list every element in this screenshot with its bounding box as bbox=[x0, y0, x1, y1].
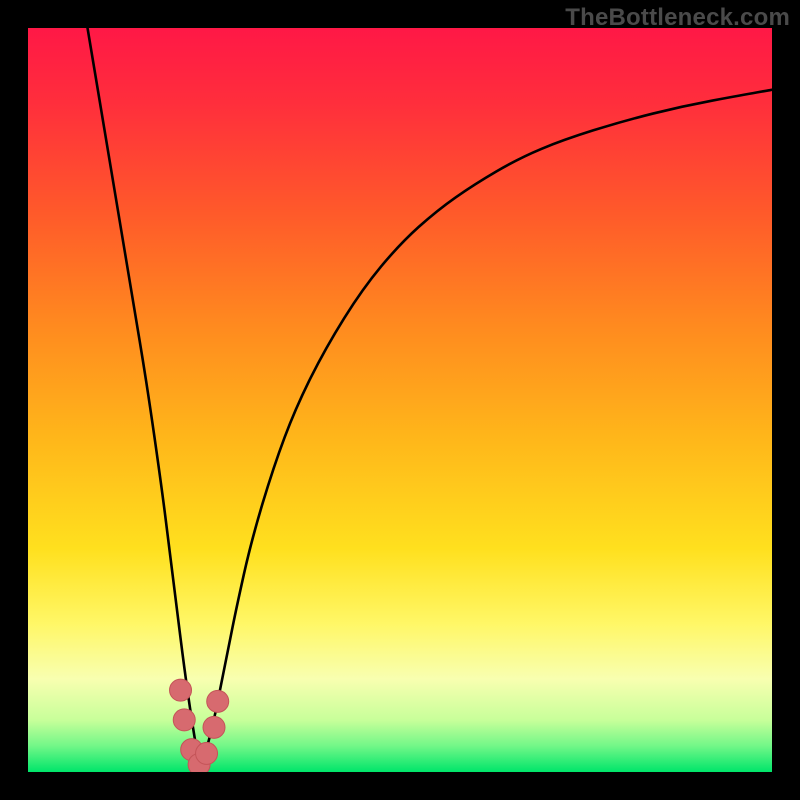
outer-frame: TheBottleneck.com bbox=[0, 0, 800, 800]
marker-dot bbox=[170, 679, 192, 701]
watermark-text: TheBottleneck.com bbox=[565, 4, 790, 32]
marker-dot bbox=[173, 709, 195, 731]
marker-dot bbox=[203, 716, 225, 738]
plot-area bbox=[28, 28, 772, 772]
gradient-background bbox=[28, 28, 772, 772]
plot-svg bbox=[28, 28, 772, 772]
marker-dot bbox=[196, 742, 218, 764]
marker-dot bbox=[207, 690, 229, 712]
